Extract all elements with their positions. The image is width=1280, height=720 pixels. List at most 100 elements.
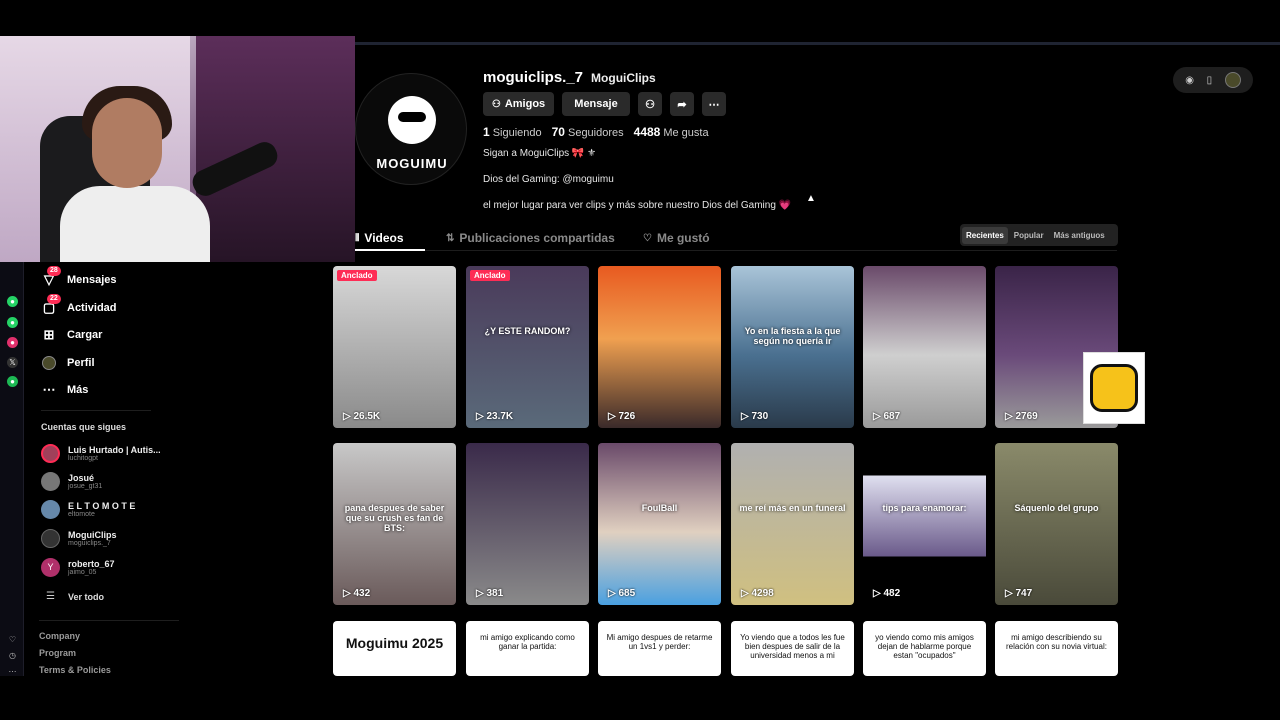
video-card[interactable]: tips para enamorar: ▷ 482 bbox=[863, 443, 986, 605]
video-card[interactable]: Yo viendo que a todos les fue bien despu… bbox=[731, 621, 854, 676]
view-count-value: 482 bbox=[883, 588, 901, 599]
phone-icon[interactable]: ▯ bbox=[1207, 75, 1213, 86]
see-all-link[interactable]: ☰ Ver todo bbox=[41, 591, 104, 602]
following-handle: jaimo_05 bbox=[68, 569, 97, 576]
tab-label: Me gustó bbox=[656, 231, 710, 245]
x-icon[interactable]: 𝕏 bbox=[7, 357, 18, 368]
following-item[interactable]: Josué josue_gt31 bbox=[41, 472, 102, 491]
activity-badge: 22 bbox=[47, 294, 61, 304]
sort-recent[interactable]: Recientes bbox=[962, 226, 1008, 244]
browser-side-rail: ● ● ● 𝕏 ● ♡ ◷ ⋯ bbox=[0, 262, 24, 676]
send-icon: ▽ 28 bbox=[41, 266, 61, 288]
play-icon: ▷ bbox=[476, 588, 487, 599]
video-card[interactable]: ▷ 687 bbox=[863, 266, 986, 428]
share-button[interactable]: ➦ bbox=[670, 92, 694, 116]
video-card[interactable]: Sáquenlo del grupo ▷ 747 bbox=[995, 443, 1118, 605]
more-icon[interactable]: ⋯ bbox=[7, 666, 18, 677]
nav-upload[interactable]: ⊞ Cargar bbox=[41, 327, 103, 343]
webcam-person-face bbox=[92, 98, 162, 188]
pinned-badge: Anclado bbox=[470, 270, 510, 281]
spotify-icon[interactable]: ● bbox=[7, 376, 18, 387]
friends-button[interactable]: ⚇ Amigos bbox=[483, 92, 554, 116]
followers-count[interactable]: 70 Seguidores bbox=[552, 125, 624, 139]
view-count: ▷ 26.5K bbox=[343, 411, 380, 422]
bio-line: Sigan a MoguiClips 🎀 ⚜ bbox=[483, 148, 597, 159]
app-icon[interactable]: ● bbox=[7, 296, 18, 307]
following-name: MoguiClips bbox=[68, 530, 117, 540]
view-count-value: 730 bbox=[751, 411, 769, 422]
heart-icon[interactable]: ♡ bbox=[7, 634, 18, 645]
video-card[interactable]: mi amigo explicando como ganar la partid… bbox=[466, 621, 589, 676]
view-count: ▷ 687 bbox=[873, 411, 900, 422]
divider bbox=[39, 620, 179, 621]
messages-badge: 28 bbox=[47, 266, 61, 276]
clock-icon[interactable]: ◷ bbox=[7, 650, 18, 661]
play-icon: ▷ bbox=[608, 411, 619, 422]
instagram-icon[interactable]: ● bbox=[7, 337, 18, 348]
whatsapp-icon[interactable]: ● bbox=[7, 317, 18, 328]
sort-popular[interactable]: Popular bbox=[1010, 227, 1048, 244]
video-card[interactable]: FoulBall ▷ 685 bbox=[598, 443, 721, 605]
nav-label: Mensajes bbox=[67, 274, 117, 286]
following-item[interactable]: Luis Hurtado | Autis... luchitogpt bbox=[41, 444, 161, 463]
footer-terms-link[interactable]: Terms & Policies bbox=[39, 665, 111, 675]
avatar bbox=[41, 444, 60, 463]
play-icon: ▷ bbox=[1005, 588, 1016, 599]
nav-more[interactable]: ⋯ Más bbox=[41, 382, 89, 398]
footer-company-link[interactable]: Company bbox=[39, 631, 80, 641]
video-card[interactable]: Yo en la fiesta a la que según no quería… bbox=[731, 266, 854, 428]
mouse-cursor: ▲ bbox=[806, 193, 816, 204]
following-item[interactable]: E L T O M O T Eeltomote bbox=[41, 500, 135, 519]
extension-toolbar: ◉ ▯ bbox=[1173, 67, 1253, 93]
video-caption: me reí más en un funeral bbox=[739, 503, 846, 513]
video-card[interactable]: mi amigo describiendo su relación con su… bbox=[995, 621, 1118, 676]
following-item[interactable]: Y roberto_67 jaimo_05 bbox=[41, 558, 115, 577]
view-count: ▷ 4298 bbox=[741, 588, 774, 599]
footer-program-link[interactable]: Program bbox=[39, 648, 76, 658]
grid-icon: ⦀ bbox=[355, 232, 360, 244]
following-item[interactable]: MoguiClips moguiclips._7 bbox=[41, 529, 117, 548]
tab-reposts[interactable]: ⇅ Publicaciones compartidas bbox=[446, 231, 615, 245]
avatar bbox=[41, 472, 60, 491]
video-card[interactable]: pana despues de saber que su crush es fa… bbox=[333, 443, 456, 605]
display-name: MoguiClips bbox=[591, 71, 656, 85]
message-button[interactable]: Mensaje bbox=[562, 92, 630, 116]
following-count[interactable]: 1 Siguiendo bbox=[483, 125, 542, 139]
video-card[interactable]: me reí más en un funeral ▷ 4298 bbox=[731, 443, 854, 605]
view-count: ▷ 730 bbox=[741, 411, 768, 422]
inbox-icon: ▢ 22 bbox=[41, 294, 61, 316]
profile-icon bbox=[41, 355, 57, 371]
following-handle: josue_gt31 bbox=[68, 483, 103, 490]
video-caption: mi amigo describiendo su relación con su… bbox=[1006, 633, 1107, 651]
nav-activity[interactable]: ▢ 22 Actividad bbox=[41, 294, 117, 316]
video-card[interactable]: Mi amigo despues de retarme un 1vs1 y pe… bbox=[598, 621, 721, 676]
video-card[interactable]: Anclado ¿Y ESTE RANDOM? ▷ 23.7K bbox=[466, 266, 589, 428]
view-count-value: 685 bbox=[618, 588, 636, 599]
video-caption: tips para enamorar: bbox=[882, 503, 967, 513]
moguimu-logo-art bbox=[388, 96, 436, 144]
play-icon: ▷ bbox=[343, 411, 354, 422]
profile-actions: ⚇ Amigos Mensaje ⚇ ➦ ⋯ bbox=[483, 92, 726, 116]
video-caption: Moguimu 2025 bbox=[345, 635, 444, 651]
more-options-button[interactable]: ⋯ bbox=[702, 92, 726, 116]
compass-icon[interactable]: ◉ bbox=[1185, 75, 1194, 86]
video-card[interactable]: ▷ 381 bbox=[466, 443, 589, 605]
tab-videos[interactable]: ⦀ Videos bbox=[355, 231, 404, 245]
nav-profile[interactable]: Perfil bbox=[41, 355, 95, 371]
view-count-value: 726 bbox=[618, 411, 636, 422]
video-card[interactable]: Moguimu 2025 bbox=[333, 621, 456, 676]
following-handle: moguiclips._7 bbox=[68, 540, 111, 547]
active-tab-indicator bbox=[355, 249, 425, 251]
sort-oldest[interactable]: Más antiguos bbox=[1050, 227, 1109, 244]
account-icon[interactable] bbox=[1224, 72, 1241, 88]
video-card[interactable]: Anclado ▷ 26.5K bbox=[333, 266, 456, 428]
video-card[interactable]: ▷ 726 bbox=[598, 266, 721, 428]
tab-liked[interactable]: ♡ Me gustó bbox=[643, 231, 710, 245]
view-count: ▷ 747 bbox=[1005, 588, 1032, 599]
video-card[interactable]: yo viendo como mis amigos dejan de habla… bbox=[863, 621, 986, 676]
view-count: ▷ 726 bbox=[608, 411, 635, 422]
view-count: ▷ 23.7K bbox=[476, 411, 513, 422]
add-friend-button[interactable]: ⚇ bbox=[638, 92, 662, 116]
nav-label: Cargar bbox=[67, 329, 103, 341]
nav-messages[interactable]: ▽ 28 Mensajes bbox=[41, 266, 117, 288]
